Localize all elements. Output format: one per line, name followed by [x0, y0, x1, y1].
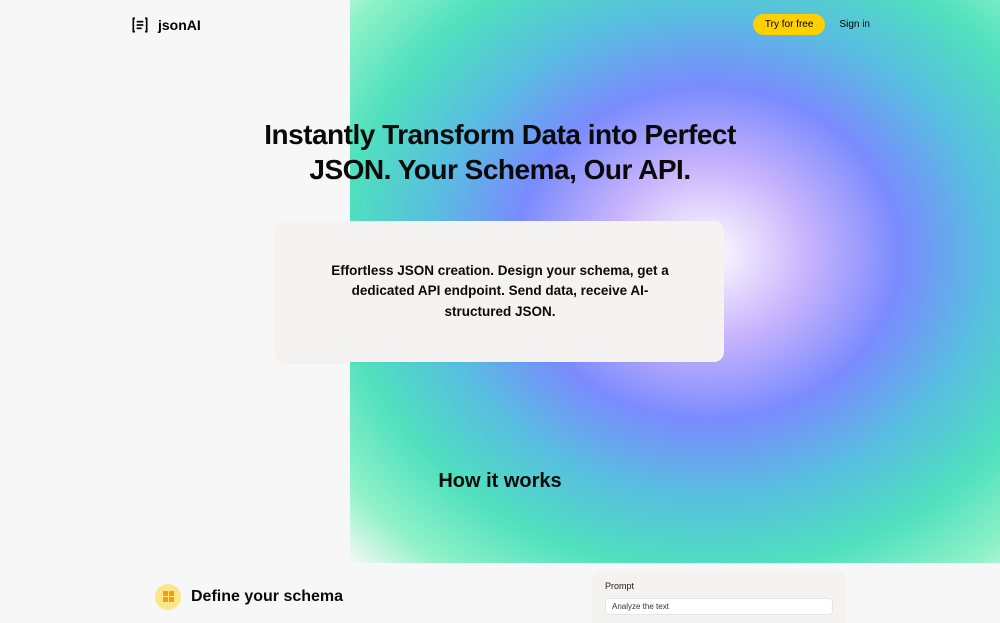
- schema-title: Define your schema: [191, 588, 343, 606]
- logo-group[interactable]: jsonAI: [130, 15, 201, 35]
- how-it-works-title: How it works: [0, 470, 1000, 493]
- try-for-free-button[interactable]: Try for free: [753, 14, 826, 35]
- hero-card: Effortless JSON creation. Design your sc…: [276, 221, 724, 362]
- schema-heading-group: Define your schema: [155, 571, 343, 623]
- grid-icon: [155, 584, 181, 610]
- sign-in-button[interactable]: Sign in: [839, 19, 870, 30]
- prompt-input[interactable]: [605, 598, 833, 615]
- hero-title: Instantly Transform Data into Perfect JS…: [220, 117, 780, 187]
- hero-title-line2: JSON. Your Schema, Our API.: [309, 154, 690, 185]
- hero-card-text: Effortless JSON creation. Design your sc…: [326, 261, 674, 322]
- brand-name: jsonAI: [158, 17, 201, 33]
- hero-title-line1: Instantly Transform Data into Perfect: [264, 119, 736, 150]
- logo-icon: [130, 15, 150, 35]
- prompt-label: Prompt: [605, 581, 833, 591]
- schema-panel: Prompt: [593, 571, 845, 623]
- header: jsonAI Try for free Sign in: [0, 0, 1000, 49]
- hero-section: Instantly Transform Data into Perfect JS…: [0, 49, 1000, 362]
- schema-section: Define your schema Prompt: [0, 571, 1000, 623]
- header-actions: Try for free Sign in: [753, 14, 870, 35]
- how-it-works-section: How it works: [0, 470, 1000, 493]
